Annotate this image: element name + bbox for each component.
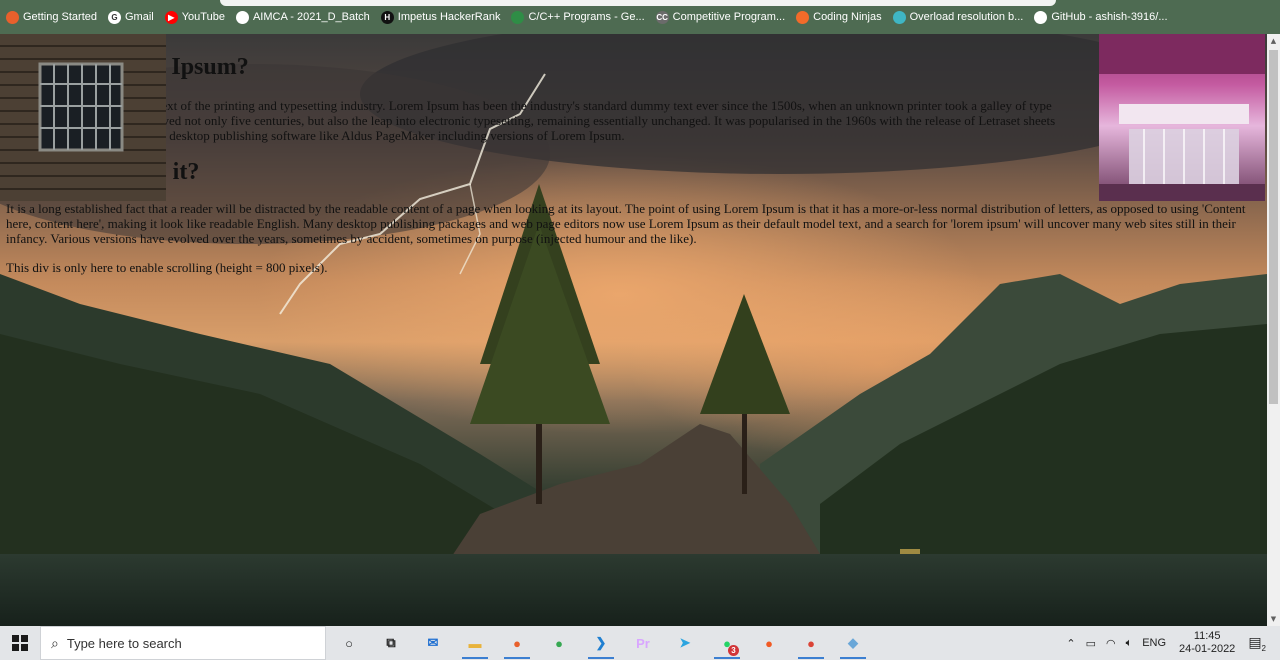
google-icon: G	[108, 10, 121, 24]
wifi-icon[interactable]: ◠	[1106, 637, 1116, 650]
bookmark-item[interactable]: ▶ YouTube	[164, 6, 225, 28]
task-view-icon[interactable]: ⧉	[370, 626, 412, 660]
unread-badge: 3	[728, 645, 739, 656]
bookmark-label: YouTube	[181, 11, 225, 23]
bookmark-item[interactable]: Getting Started	[6, 6, 97, 28]
bookmark-label: Competitive Program...	[672, 11, 786, 23]
firefox-icon[interactable]: ●	[496, 626, 538, 660]
windows-icon	[12, 635, 28, 651]
file-explorer-icon[interactable]: ▬	[454, 626, 496, 660]
bookmark-item[interactable]: Overload resolution b...	[892, 6, 1024, 28]
heading-what-is-lorem-ipsum: n Ipsum?	[152, 54, 249, 80]
bookmark-item[interactable]: GitHub - ashish-3916/...	[1034, 6, 1168, 28]
chevron-up-icon[interactable]: ⌃	[1066, 637, 1075, 650]
system-tray: ⌃ ▭ ◠ 🔈︎ ENG 11:45 24-01-2022 ▤2	[1061, 626, 1280, 660]
search-placeholder: Type here to search	[66, 635, 182, 651]
bookmark-item[interactable]: G Gmail	[108, 6, 154, 28]
lake-water	[0, 554, 1267, 626]
group-icon	[235, 10, 249, 24]
taskbar-apps: ○ ⧉ ✉ ▬ ● ● ❯ Pr ➤ ● 3 ● ● ◆	[328, 626, 874, 660]
vscode-icon[interactable]: ❯	[580, 626, 622, 660]
scrollbar-thumb[interactable]	[1269, 50, 1278, 404]
bookmark-item[interactable]: AIMCA - 2021_D_Batch	[235, 6, 370, 28]
bookmark-label: AIMCA - 2021_D_Batch	[252, 11, 370, 23]
paragraph-line: rvived not only five centuries, but also…	[148, 113, 1056, 128]
heading-why-use-it: e it?	[156, 159, 200, 185]
paragraph-line: y text of the printing and typesetting i…	[148, 98, 1052, 113]
bookmark-label: Gmail	[125, 11, 154, 23]
language-indicator[interactable]: ENG	[1142, 637, 1166, 649]
paragraph: It is a long established fact that a rea…	[6, 201, 1246, 246]
bookmark-item[interactable]: H Impetus HackerRank	[380, 6, 501, 28]
chrome-icon[interactable]: ●	[790, 626, 832, 660]
scroll-note: This div is only here to enable scrollin…	[6, 260, 328, 275]
app-icon[interactable]: ◆	[832, 626, 874, 660]
clock[interactable]: 11:45 24-01-2022	[1179, 630, 1235, 656]
premiere-icon[interactable]: Pr	[622, 626, 664, 660]
brave-icon[interactable]: ●	[748, 626, 790, 660]
bookmark-label: C/C++ Programs - Ge...	[528, 11, 645, 23]
windows-taskbar: ⌕ Type here to search ○ ⧉ ✉ ▬ ● ● ❯ Pr ➤ ● 3 ● ● ◆ ⌃ …	[0, 626, 1280, 660]
cppreference-icon	[892, 10, 906, 24]
whatsapp-icon[interactable]: ● 3	[706, 626, 748, 660]
hackerrank-icon: H	[380, 10, 394, 24]
codingninjas-icon	[796, 10, 810, 24]
battery-icon[interactable]: ▭	[1086, 637, 1096, 650]
scroll-up-icon[interactable]: ▲	[1267, 34, 1280, 48]
taskbar-search-input[interactable]: ⌕ Type here to search	[40, 626, 326, 660]
start-button[interactable]	[0, 626, 40, 660]
mail-icon[interactable]: ✉	[412, 626, 454, 660]
github-icon	[1034, 10, 1048, 24]
paragraph-line: rith desktop publishing software like Al…	[148, 128, 625, 143]
clock-date: 24-01-2022	[1179, 643, 1236, 655]
bookmark-label: GitHub - ashish-3916/...	[1051, 11, 1168, 23]
vertical-scrollbar[interactable]: ▲ ▼	[1267, 34, 1280, 626]
page-viewport: n Ipsum? y text of the printing and type…	[0, 34, 1267, 626]
cortana-icon[interactable]: ○	[328, 626, 370, 660]
search-icon: ⌕	[51, 634, 59, 651]
gfg-icon	[511, 10, 525, 24]
bookmark-label: Overload resolution b...	[909, 11, 1024, 23]
volume-icon[interactable]: 🔈︎	[1126, 637, 1133, 650]
address-bar-edge[interactable]	[220, 0, 1056, 6]
clock-time: 11:45	[1193, 630, 1221, 642]
bookmark-item[interactable]: CC Competitive Program...	[655, 6, 786, 28]
youtube-icon: ▶	[164, 10, 178, 24]
bookmark-label: Coding Ninjas	[813, 11, 882, 23]
window-image	[0, 34, 166, 201]
maps-icon[interactable]: ●	[538, 626, 580, 660]
bookmark-label: Getting Started	[23, 11, 97, 23]
notification-count: 2	[1261, 643, 1266, 653]
notification-icon[interactable]: ▤2	[1248, 634, 1266, 653]
firefox-icon	[6, 10, 19, 24]
telegram-icon[interactable]: ➤	[664, 626, 706, 660]
bookmark-item[interactable]: C/C++ Programs - Ge...	[511, 6, 645, 28]
waterfall-image	[1099, 34, 1265, 201]
bookmark-item[interactable]: Coding Ninjas	[796, 6, 882, 28]
bookmark-label: Impetus HackerRank	[397, 11, 501, 23]
page-content: n Ipsum? y text of the printing and type…	[6, 34, 1261, 275]
scroll-down-icon[interactable]: ▼	[1267, 612, 1280, 626]
codechef-icon: CC	[655, 10, 669, 24]
